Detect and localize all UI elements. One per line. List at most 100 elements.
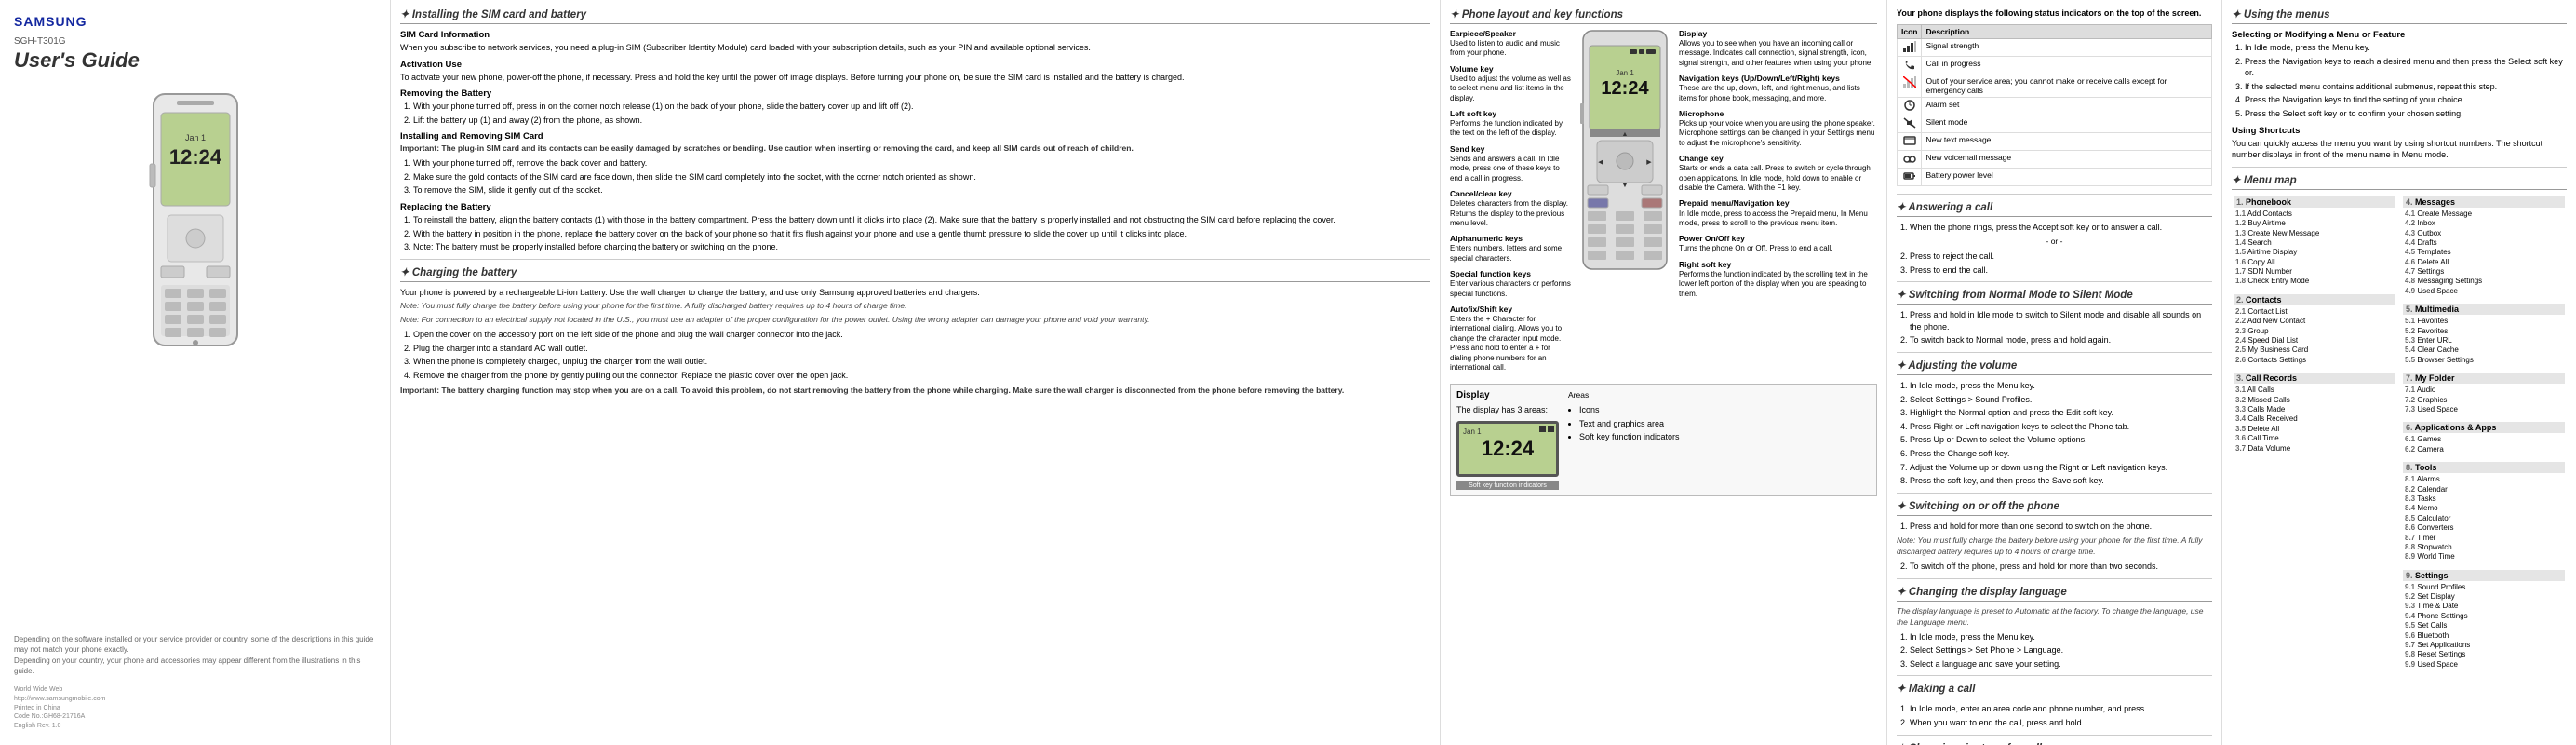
svg-text:▲: ▲ [1622, 131, 1629, 138]
volume-title: ✦ Adjusting the volume [1897, 359, 2212, 375]
icon-col-header: Icon [1898, 24, 1922, 38]
menu-applications: 6. Applications & Apps 6.1 Games 6.2 Cam… [2401, 420, 2567, 456]
menu-multimedia-title: 5. Multimedia [2403, 304, 2565, 315]
multimedia-items: 5.1 Favorites 5.2 Favorites 5.3 Enter UR… [2403, 317, 2565, 365]
menu-multimedia: 5. Multimedia 5.1 Favorites 5.2 Favorite… [2401, 302, 2567, 367]
cancel-key-label: Cancel/clear key Deletes characters from… [1450, 189, 1571, 228]
answer-step-1: When the phone rings, press the Accept s… [1910, 222, 2212, 234]
sim-card-info-heading: SIM Card Information [400, 30, 1430, 40]
earpiece-label: Earpiece/Speaker Used to listen to audio… [1450, 29, 1571, 59]
svg-text:Jan 1: Jan 1 [184, 133, 205, 142]
phone-keys-svg: 12:24 Jan 1 ▲ ▼ ◀ ▶ [1578, 29, 1671, 271]
menu-item: 4.2 Inbox [2403, 219, 2565, 228]
charging-note1: Note: You must fully charge the battery … [400, 301, 1430, 312]
lang-step-2: Select Settings > Set Phone > Language. [1910, 644, 2212, 657]
change-key-label: Change key Starts or ends a data call. P… [1679, 154, 1877, 193]
call-records-items: 3.1 All Calls 3.2 Missed Calls 3.3 Calls… [2234, 386, 2395, 454]
language-note: The display language is preset to Automa… [1897, 606, 2212, 629]
menu-item: 9.2 Set Display [2403, 592, 2565, 602]
settings-items: 9.1 Sound Profiles 9.2 Set Display 9.3 T… [2403, 583, 2565, 670]
table-row: Call in progress [1898, 56, 2212, 74]
menu-settings-title: 9. Settings [2403, 570, 2565, 581]
areas-label: Areas: [1568, 390, 1680, 401]
menu-item: 7.2 Graphics [2403, 396, 2565, 405]
menu-item: 8.5 Calculator [2403, 514, 2565, 523]
power-note: Note: You must fully charge the battery … [1897, 535, 2212, 558]
installing-sim-icon: ✦ [400, 9, 412, 20]
charging-note2: Note: For connection to an electrical su… [400, 315, 1430, 326]
menu-item: 4.3 Outbox [2403, 229, 2565, 238]
menu-item: 9.4 Phone Settings [2403, 612, 2565, 621]
menu-item: 9.8 Reset Settings [2403, 650, 2565, 659]
table-row: Signal strength [1898, 38, 2212, 56]
applications-items: 6.1 Games 6.2 Camera [2403, 435, 2565, 454]
divider-menu [2232, 167, 2567, 168]
power-steps: Press and hold for more than one second … [1897, 521, 2212, 533]
svg-text:◀: ◀ [1598, 159, 1603, 166]
battery-status-icon [1548, 426, 1554, 432]
table-row: Silent mode [1898, 115, 2212, 132]
menu-item: 2.5 My Business Card [2234, 345, 2395, 355]
menu-map-grid: 1. Phonebook 1.1 Add Contacts 1.2 Buy Ai… [2232, 195, 2567, 671]
section-menus: ✦ Using the menus Selecting or Modifying… [2222, 0, 2576, 745]
battery-desc: Battery power level [1922, 168, 2212, 185]
vol-step-8: Press the soft key, and then press the S… [1910, 475, 2212, 487]
volume-icon: ✦ [1897, 360, 1908, 372]
lang-step-3: Select a language and save your setting. [1910, 658, 2212, 670]
area-3: Soft key function indicators [1579, 431, 1680, 443]
removing-battery-heading: Removing the Battery [400, 88, 1430, 99]
menu-item: 2.4 Speed Dial List [2234, 336, 2395, 345]
display-left: Display The display has 3 areas: Jan 1 1… [1456, 390, 1559, 490]
call-step-2: When you want to end the call, press and… [1910, 717, 2212, 729]
removing-step-1: With your phone turned off, press in on … [413, 101, 1430, 113]
answer-step-2: Press to reject the call. [1910, 251, 2212, 263]
sections-container: ✦ Installing the SIM card and battery SI… [391, 0, 2576, 745]
phone-image: 12:24 Jan 1 [14, 89, 376, 350]
menu-item: 1.2 Buy Airtime [2234, 219, 2395, 228]
svg-text:12:24: 12:24 [1601, 78, 1649, 99]
call-desc: Call in progress [1922, 56, 2212, 74]
my-folder-items: 7.1 Audio 7.2 Graphics 7.3 Used Space [2403, 386, 2565, 414]
special-func-label: Special function keys Enter various char… [1450, 269, 1571, 299]
table-row: Alarm set [1898, 97, 2212, 115]
install-step-1: With your phone turned off, remove the b… [413, 157, 1430, 169]
footer-info: World Wide Web http://www.samsungmobile.… [14, 685, 376, 731]
menu-item: 1.6 Copy All [2234, 258, 2395, 267]
menu-item: 9.6 Bluetooth [2403, 631, 2565, 641]
selecting-steps: In Idle mode, press the Menu key. Press … [2232, 42, 2567, 120]
status-indicators-block: Your phone displays the following status… [1897, 7, 2212, 186]
left-panel: SAMSUNG SGH-T301G User's Guide 12:24 Jan… [0, 0, 391, 745]
menu-phonebook-title: 1. Phonebook [2234, 196, 2395, 208]
menu-tools-title: 8. Tools [2403, 462, 2565, 473]
menu-item: 3.7 Data Volume [2234, 444, 2395, 454]
silent-steps: Press and hold in Idle mode to switch to… [1897, 309, 2212, 346]
menu-item: 7.3 Used Space [2403, 405, 2565, 414]
removing-battery-steps: With your phone turned off, press in on … [400, 101, 1430, 126]
install-step-2: Make sure the gold contacts of the SIM c… [413, 171, 1430, 183]
answering-steps-2: Press to reject the call. Press to end t… [1897, 251, 2212, 276]
activation-text: To activate your new phone, power-off th… [400, 72, 1430, 84]
replace-step-3: Note: The battery must be properly insta… [413, 241, 1430, 253]
replacing-battery-heading: Replacing the Battery [400, 202, 1430, 212]
new-text-desc: New text message [1922, 132, 2212, 150]
guide-title: User's Guide [14, 48, 376, 73]
status-intro: Your phone displays the following status… [1897, 7, 2212, 20]
table-row: New text message [1898, 132, 2212, 150]
section-status-calls: Your phone displays the following status… [1887, 0, 2222, 745]
display-label: Display Allows you to see when you have … [1679, 29, 1877, 68]
footer-url: http://www.samsungmobile.com [14, 695, 376, 704]
menu-item: 6.1 Games [2403, 435, 2565, 444]
microphone-label: Microphone Picks up your voice when you … [1679, 109, 1877, 148]
menu-item: 5.3 Enter URL [2403, 336, 2565, 345]
divider-2 [1897, 194, 2212, 195]
menu-item: 3.6 Call Time [2234, 434, 2395, 443]
menu-item: 4.5 Templates [2403, 248, 2565, 257]
svg-text:▶: ▶ [1646, 159, 1652, 166]
language-steps: In Idle mode, press the Menu key. Select… [1897, 631, 2212, 670]
menu-item: 1.7 SDN Number [2234, 267, 2395, 277]
vol-step-3: Highlight the Normal option and press th… [1910, 407, 2212, 419]
silent-step-1: Press and hold in Idle mode to switch to… [1910, 309, 2212, 332]
phonebook-items: 1.1 Add Contacts 1.2 Buy Airtime 1.3 Cre… [2234, 210, 2395, 287]
footer-printed: Printed in China [14, 704, 376, 713]
volume-key-label: Volume key Used to adjust the volume as … [1450, 64, 1571, 103]
